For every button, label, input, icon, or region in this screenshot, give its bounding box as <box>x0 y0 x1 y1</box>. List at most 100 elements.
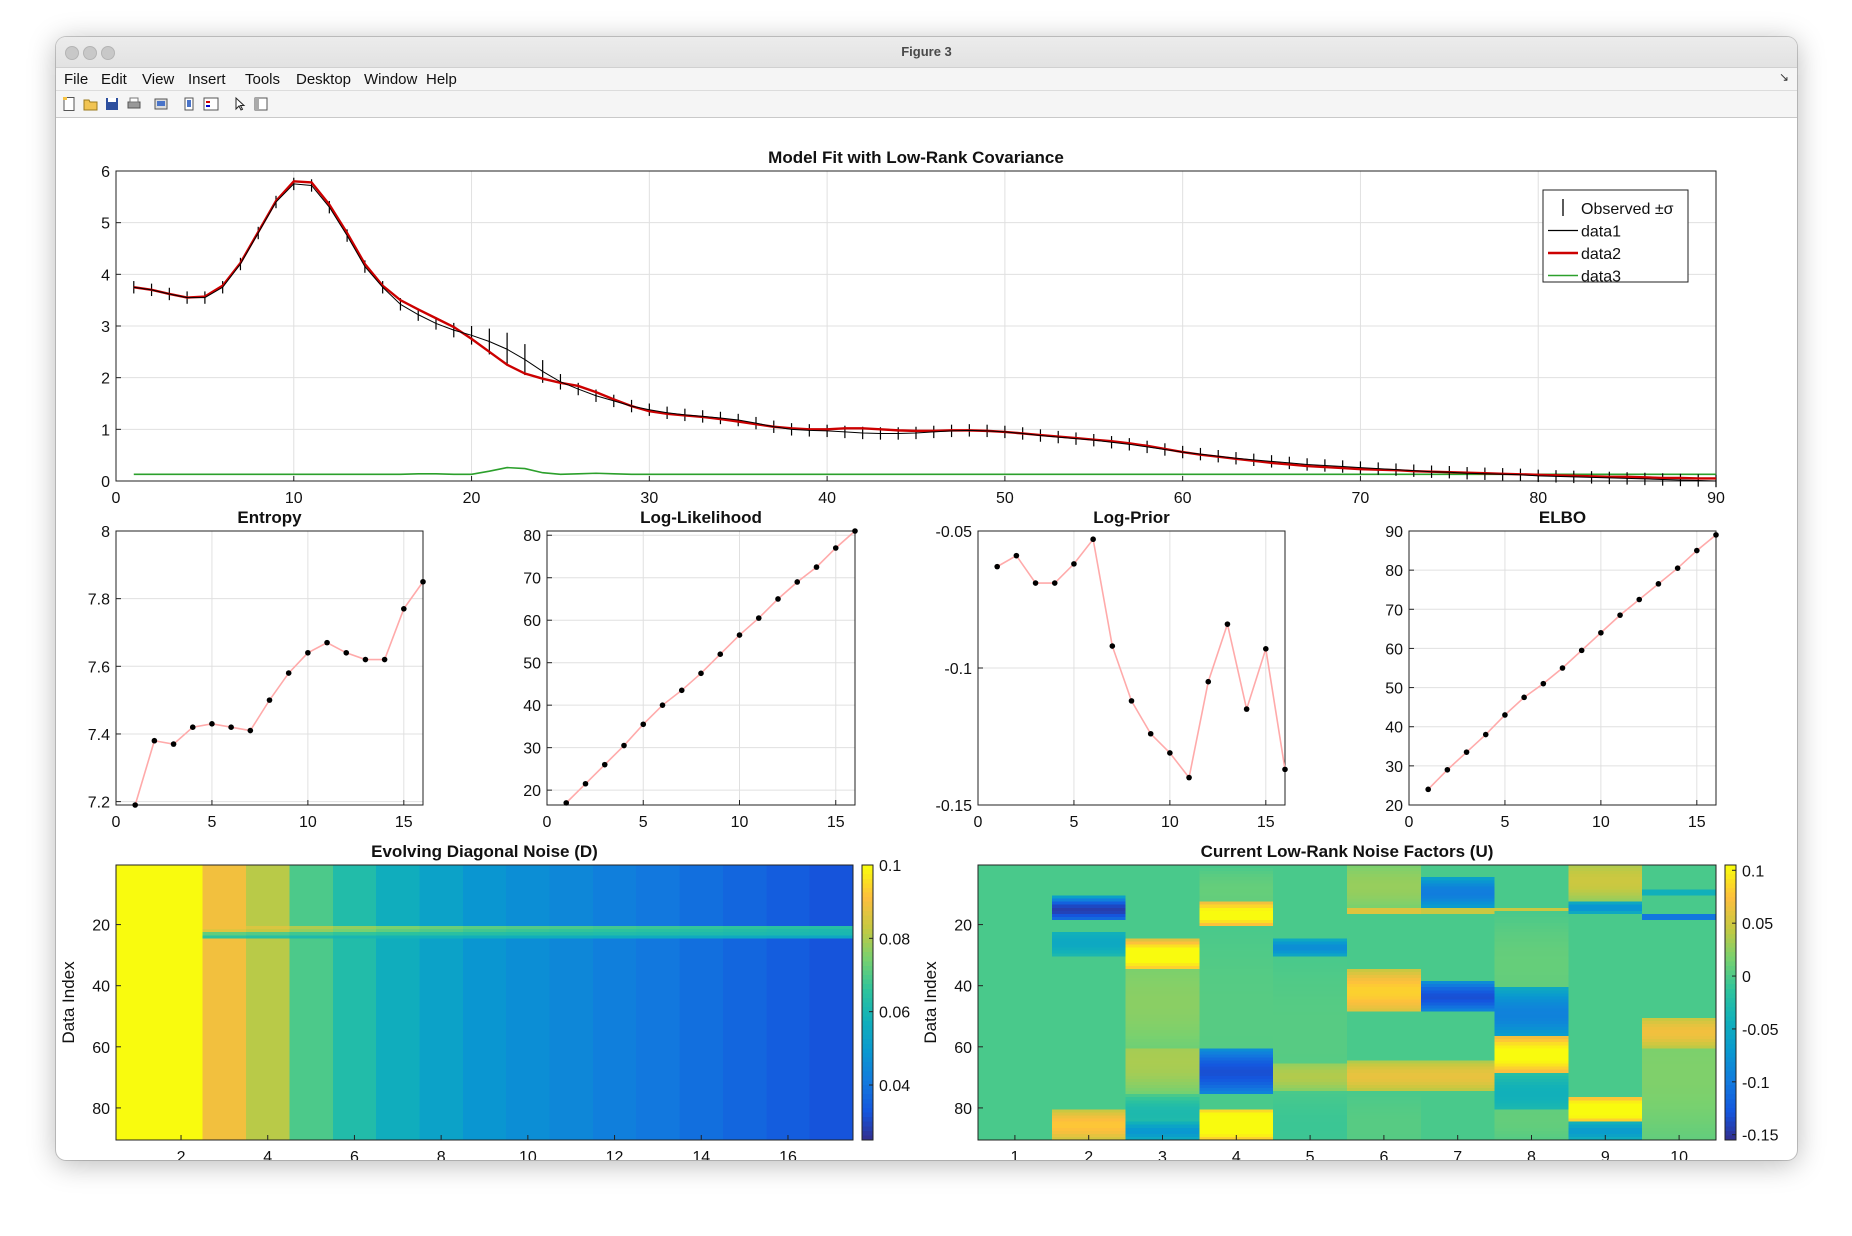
colorbar-segment <box>1725 924 1736 930</box>
axes-title: Model Fit with Low-Rank Covariance <box>768 148 1064 167</box>
toolbar <box>56 91 1797 118</box>
colorbar-segment <box>862 975 873 981</box>
colorbar-segment <box>1725 1030 1736 1036</box>
x-tick-label: 5 <box>1306 1149 1315 1160</box>
colorbar-segment <box>1725 910 1736 917</box>
trace-point <box>381 656 388 663</box>
property-editor-icon[interactable] <box>253 96 269 112</box>
colorbar-segment <box>862 906 873 912</box>
new-figure-icon[interactable] <box>61 96 77 112</box>
trace-point <box>420 578 426 585</box>
colorbar-segment <box>1725 1007 1736 1013</box>
colorbar-segment <box>862 883 873 889</box>
trace-point <box>698 670 704 677</box>
dock-arrow-icon[interactable]: ↘ <box>1779 70 1789 84</box>
trace-point <box>1521 694 1527 701</box>
colorbar-segment <box>1725 970 1736 976</box>
heatmap-title: Evolving Diagonal Noise (D) <box>371 842 598 861</box>
trace-point <box>1109 643 1116 649</box>
colorbar-segment <box>862 901 873 907</box>
trace-point <box>1224 621 1231 627</box>
trace-point <box>189 724 196 730</box>
trace-point <box>1713 532 1719 538</box>
insert-legend-icon[interactable] <box>203 96 219 112</box>
colorbar-segment <box>1725 1002 1736 1008</box>
menu-window[interactable]: Window <box>364 71 417 88</box>
colorbar-segment <box>1725 1011 1736 1017</box>
x-tick-label: 5 <box>639 814 648 831</box>
colorbar-segment <box>1725 1039 1736 1045</box>
trace-point <box>601 761 608 768</box>
x-tick-label: 3 <box>1158 1149 1167 1160</box>
y-tick-label: 60 <box>523 613 541 630</box>
menu-help[interactable]: Help <box>426 71 457 88</box>
y-tick-label: 20 <box>1385 798 1403 815</box>
colorbar-segment <box>862 947 873 953</box>
x-tick-label: 10 <box>299 814 317 831</box>
window-title: Figure 3 <box>901 44 952 59</box>
x-tick-label: 10 <box>1592 814 1610 831</box>
colorbar-segment <box>862 1066 873 1072</box>
x-tick-label: 9 <box>1601 1149 1610 1160</box>
colorbar-segment <box>1725 1016 1736 1022</box>
y-tick-label: -0.05 <box>936 524 973 541</box>
y-tick-label: 60 <box>1385 641 1403 658</box>
title-bar: Figure 3 <box>56 37 1797 68</box>
print-icon[interactable] <box>126 96 142 112</box>
trace-point <box>1013 552 1020 559</box>
x-tick-label: 30 <box>640 490 658 507</box>
legend-entry-label: Observed ±σ <box>1581 201 1674 218</box>
x-tick-label: 4 <box>263 1149 272 1160</box>
menu-insert[interactable]: Insert <box>188 71 226 88</box>
menu-view[interactable]: View <box>142 71 174 88</box>
y-tick-label: 2 <box>101 371 110 388</box>
colorbar-tick-label: 0.05 <box>1742 916 1773 933</box>
colorbar-segment <box>862 1075 873 1082</box>
menu-edit[interactable]: Edit <box>101 71 127 88</box>
colorbar-segment <box>862 1048 873 1054</box>
x-tick-label: 6 <box>350 1149 359 1160</box>
export-icon[interactable] <box>153 96 169 112</box>
menu-desktop[interactable]: Desktop <box>296 71 351 88</box>
y-tick-label: 80 <box>92 1101 110 1118</box>
y-tick-label: 50 <box>1385 681 1403 698</box>
colorbar-segment <box>1725 1089 1736 1095</box>
colorbar-segment <box>1725 1071 1736 1077</box>
menu-file[interactable]: File <box>64 71 88 88</box>
menu-tools[interactable]: Tools <box>245 71 280 88</box>
x-tick-label: 0 <box>112 490 121 507</box>
figure-canvas[interactable]: 0 10 20 30 40 50 60 70 80 900123456Model Fit with… <box>56 118 1797 1160</box>
colorbar-segment <box>862 1085 873 1091</box>
colorbar-segment <box>862 1043 873 1049</box>
colorbar-segment <box>1725 865 1736 871</box>
open-file-icon[interactable] <box>83 96 99 112</box>
colorbar-segment <box>862 874 873 880</box>
x-tick-label: 70 <box>1352 490 1370 507</box>
trace-point <box>151 737 158 744</box>
y-tick-label: 50 <box>523 656 541 673</box>
pointer-icon[interactable] <box>232 96 248 112</box>
y-tick-label: 8 <box>101 524 110 541</box>
y-tick-label: 80 <box>954 1101 972 1118</box>
y-tick-label: 20 <box>954 918 972 935</box>
colorbar-segment <box>862 1034 873 1040</box>
trace-point <box>266 697 273 703</box>
y-tick-label: 60 <box>92 1040 110 1057</box>
trace-point <box>362 656 369 663</box>
colorbar-segment <box>862 1094 873 1100</box>
trace-point <box>1444 766 1451 773</box>
link-plot-icon[interactable] <box>181 96 197 112</box>
colorbar-segment <box>1725 887 1736 894</box>
save-icon[interactable] <box>104 96 120 112</box>
colorbar-segment <box>862 1011 873 1017</box>
colorbar-segment <box>1725 920 1736 926</box>
trace-point <box>659 702 666 708</box>
colorbar-segment <box>862 1126 873 1132</box>
y-tick-label: 40 <box>523 698 541 715</box>
colorbar-segment <box>1725 938 1736 944</box>
colorbar-segment <box>862 1107 873 1114</box>
colorbar-segment <box>862 929 873 935</box>
trace-point <box>755 615 762 621</box>
colorbar-segment <box>1725 1034 1736 1040</box>
x-tick-label: 10 <box>1161 814 1179 831</box>
